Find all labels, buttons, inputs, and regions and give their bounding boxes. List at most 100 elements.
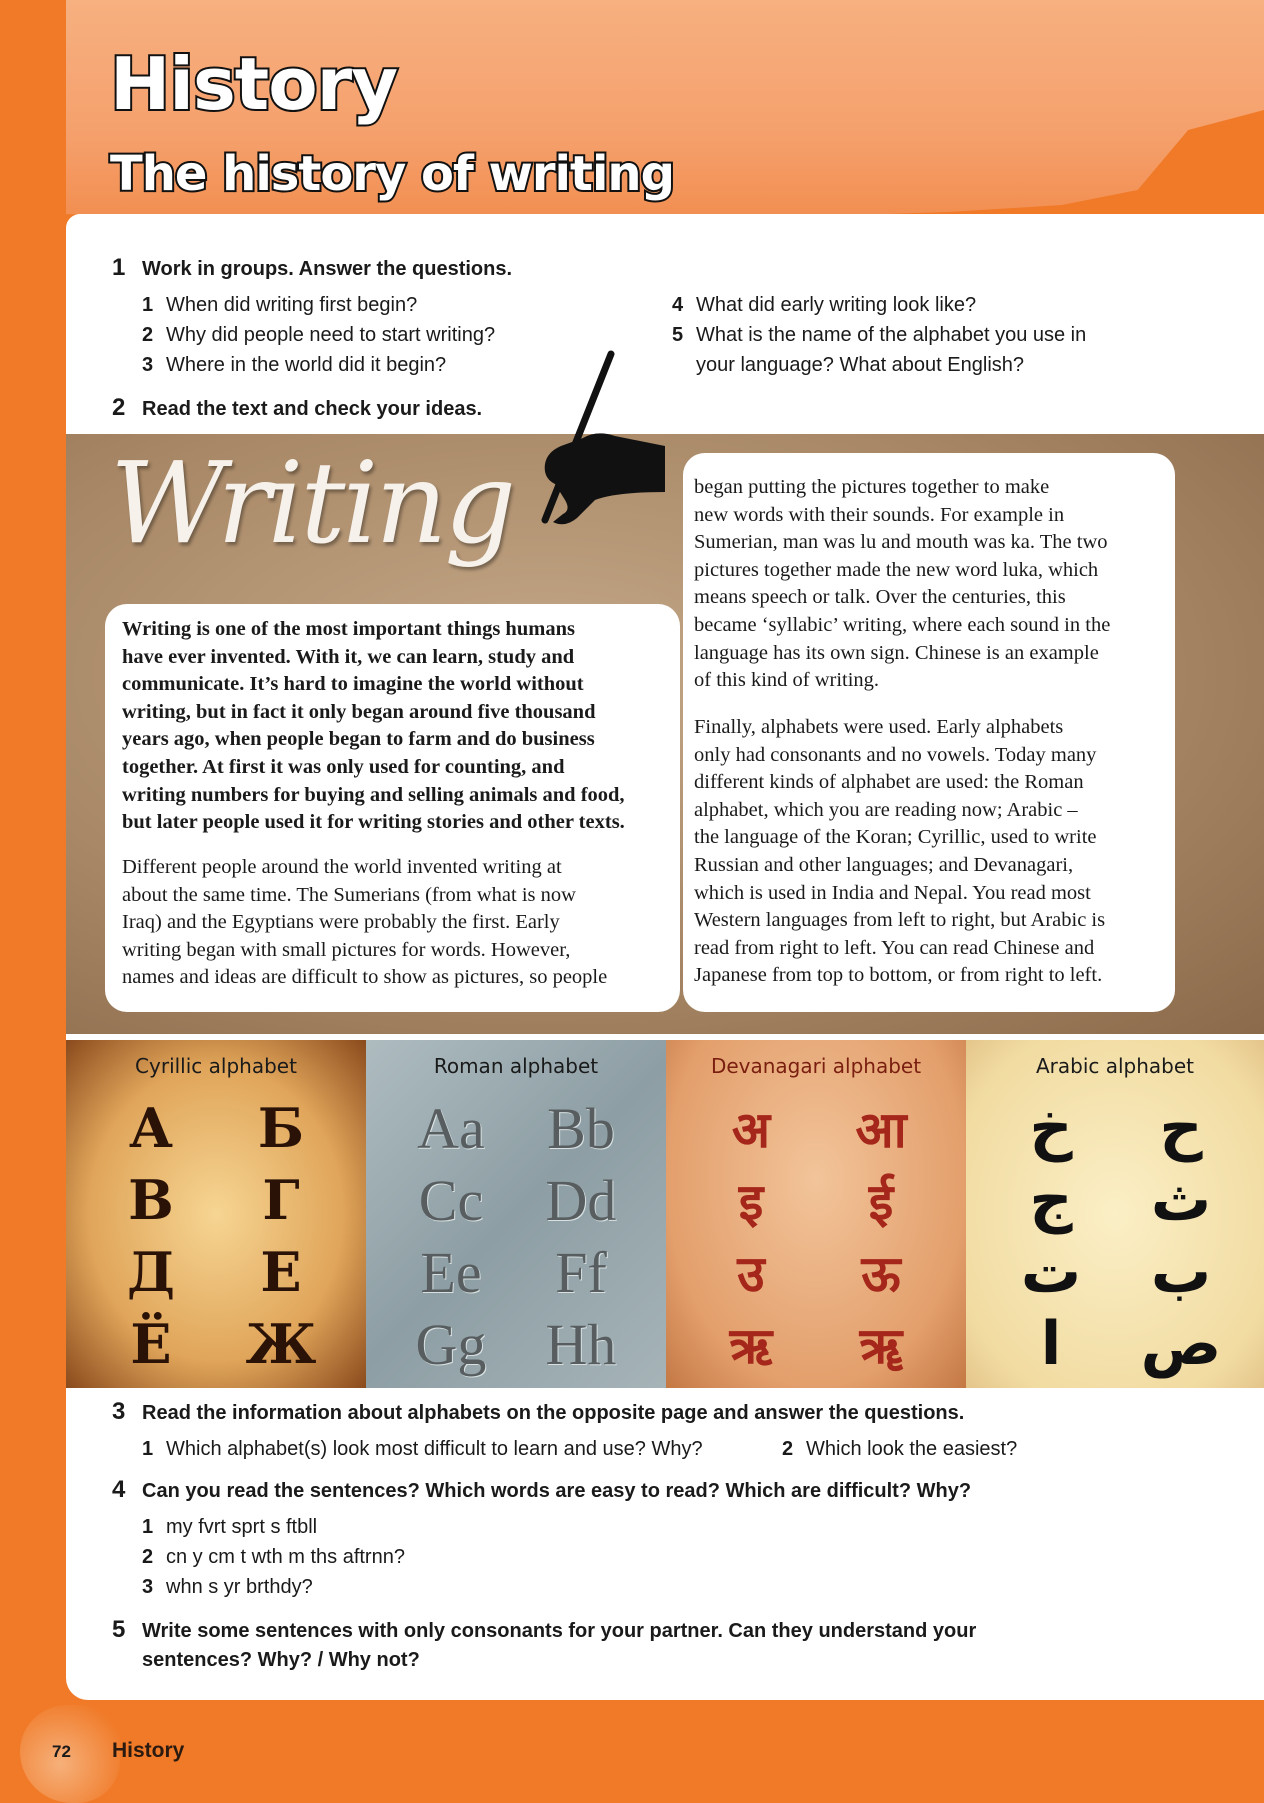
text-line: which is used in India and Nepal. You re… <box>694 881 1091 904</box>
text-line: Sumerian, man was lu and mouth was ka. T… <box>694 531 1108 554</box>
question-number: 1 <box>142 294 154 316</box>
text-line: writing, but in fact it only began aroun… <box>122 700 596 723</box>
text-line: Western languages from left to right, bu… <box>694 909 1106 932</box>
text-line: Finally, alphabets were used. Early alph… <box>694 716 1064 738</box>
exercise-5-heading: 5 Write some sentences with only consonan… <box>112 1616 976 1645</box>
letter: خ <box>1029 1093 1073 1163</box>
text-line: Japanese from top to bottom, or from rig… <box>694 964 1103 987</box>
text-line: Writing is one of the most important thi… <box>122 618 575 640</box>
exercise-5-heading-continued: sentences? Why? / Why not? <box>142 1649 420 1671</box>
question-text: What is the name of the alphabet you use… <box>696 324 1087 346</box>
reading-title: Writing <box>110 439 516 569</box>
question-number: 1 <box>142 1438 154 1460</box>
exercise-number: 3 <box>112 1398 126 1425</box>
exercise-number: 4 <box>112 1476 126 1503</box>
exercise-instruction: Read the information about alphabets on … <box>142 1402 965 1424</box>
letter: आ <box>855 1101 907 1159</box>
question-item: 3 whn s yr brthdy? <box>142 1572 313 1602</box>
panel-title: Arabic alphabet <box>1035 1054 1195 1078</box>
letter-grid: Aa Bb Cc Dd Ee Ff Gg Hh <box>386 1092 646 1382</box>
intro-paragraph: Writing is one of the most important thi… <box>122 616 625 837</box>
question-number: 2 <box>142 1546 154 1568</box>
letter: Б <box>257 1096 305 1160</box>
text-line: only had consonants and no vowels. Today… <box>694 743 1097 766</box>
exercise-2-heading: 2 Read the text and check your ideas. <box>112 394 482 423</box>
letter: Hh <box>545 1311 617 1377</box>
exercise-instruction: Read the text and check your ideas. <box>142 398 483 420</box>
text-line: about the same time. The Sumerians (from… <box>122 883 576 906</box>
question-text: Why did people need to start writing? <box>166 324 496 346</box>
body-paragraph: Different people around the world invent… <box>122 854 607 992</box>
letter: Ee <box>420 1239 482 1305</box>
question-item: 2 Why did people need to start writing? <box>142 320 495 350</box>
question-number: 2 <box>142 324 154 346</box>
letter: ई <box>868 1173 894 1231</box>
letter: ح <box>1159 1093 1203 1163</box>
letter: अ <box>731 1101 771 1159</box>
text-line: new words with their sounds. For example… <box>694 503 1065 526</box>
exercise-number: 2 <box>112 394 126 421</box>
text-line: alphabet, which you are reading now; Ara… <box>694 798 1078 821</box>
letter: Bb <box>547 1095 615 1161</box>
letter: В <box>128 1168 174 1232</box>
question-item: 1 When did writing first begin? <box>142 290 417 320</box>
question-item: 1 Which alphabet(s) look most difficult t… <box>142 1434 703 1464</box>
text-line: different kinds of alphabet are used: th… <box>694 771 1084 794</box>
panel-title: Devanagari alphabet <box>710 1054 922 1078</box>
text-line: but later people used it for writing sto… <box>122 811 625 834</box>
letter: Е <box>260 1240 302 1304</box>
question-text: What did early writing look like? <box>696 294 977 316</box>
question-text: Where in the world did it begin? <box>166 354 447 376</box>
text-line: have ever invented. With it, we can lear… <box>122 645 575 668</box>
hand-with-pen-icon <box>541 350 665 525</box>
arabic-alphabet-panel: Arabic alphabet خ ح ج ث ت ب ا ص <box>966 1040 1264 1388</box>
exercise-number: 5 <box>112 1616 126 1643</box>
letter: Dd <box>545 1167 617 1233</box>
letter-grid: अ आ इ ई उ ऊ ऋ ॠ <box>686 1092 946 1382</box>
text-line: writing began with small pictures for wo… <box>122 938 571 961</box>
body-paragraph: began putting the pictures together to m… <box>694 474 1110 695</box>
letter: ت <box>1020 1237 1082 1307</box>
question-number: 1 <box>142 1516 154 1538</box>
exercise-4-heading: 4 Can you read the sentences? Which words… <box>112 1476 971 1505</box>
text-line: names and ideas are difficult to show as… <box>122 966 608 989</box>
letter: ث <box>1150 1165 1212 1235</box>
body-paragraph: Finally, alphabets were used. Early alph… <box>694 714 1105 990</box>
left-margin-strip <box>0 0 66 1803</box>
alphabet-panels: Cyrillic alphabet А Б В Г Д Е Ё Ж Roman … <box>66 1040 1264 1388</box>
exercise-instruction: Can you read the sentences? Which words … <box>142 1480 972 1502</box>
text-line: the language of the Koran; Cyrillic, use… <box>694 826 1097 849</box>
text-line: Russian and other languages; and Devanag… <box>694 853 1074 876</box>
question-text: my fvrt sprt s ftbll <box>166 1516 318 1538</box>
question-item: 1 my fvrt sprt s ftbll <box>142 1512 317 1542</box>
text-line: became ‘syllabic’ writing, where each so… <box>694 613 1111 636</box>
panel-title: Cyrillic alphabet <box>135 1054 297 1078</box>
question-item: 4 What did early writing look like? <box>672 290 976 320</box>
letter: Cc <box>418 1167 484 1233</box>
text-line: began putting the pictures together to m… <box>694 476 1050 498</box>
letter: Ё <box>130 1312 172 1376</box>
question-item: 3 Where in the world did it begin? <box>142 350 446 380</box>
letter: इ <box>738 1173 764 1231</box>
exercise-instruction: Write some sentences with only consonant… <box>142 1620 977 1642</box>
letter: Г <box>262 1168 300 1232</box>
question-text: Which look the easiest? <box>806 1438 1018 1460</box>
letter: ऊ <box>861 1245 901 1303</box>
letter: उ <box>737 1245 765 1303</box>
letter: ج <box>1029 1165 1073 1235</box>
letter: ب <box>1150 1237 1212 1307</box>
question-number: 2 <box>782 1438 794 1460</box>
text-line: means speech or talk. Over the centuries… <box>694 586 1066 609</box>
exercise-number: 1 <box>112 254 126 281</box>
question-number: 3 <box>142 1576 154 1598</box>
question-text: When did writing first begin? <box>166 294 418 316</box>
letter: Aa <box>417 1095 485 1161</box>
letter-grid: خ ح ج ث ت ب ا ص <box>986 1092 1246 1382</box>
letter-grid: А Б В Г Д Е Ё Ж <box>86 1092 346 1382</box>
letter: ॠ <box>859 1317 903 1375</box>
letter: Ж <box>245 1312 317 1376</box>
question-item: 2 Which look the easiest? <box>782 1434 1017 1464</box>
question-text: cn y cm t wth m ths aftrnn? <box>166 1546 405 1568</box>
exercise-3-heading: 3 Read the information about alphabets on… <box>112 1398 964 1427</box>
question-number: 3 <box>142 354 154 376</box>
